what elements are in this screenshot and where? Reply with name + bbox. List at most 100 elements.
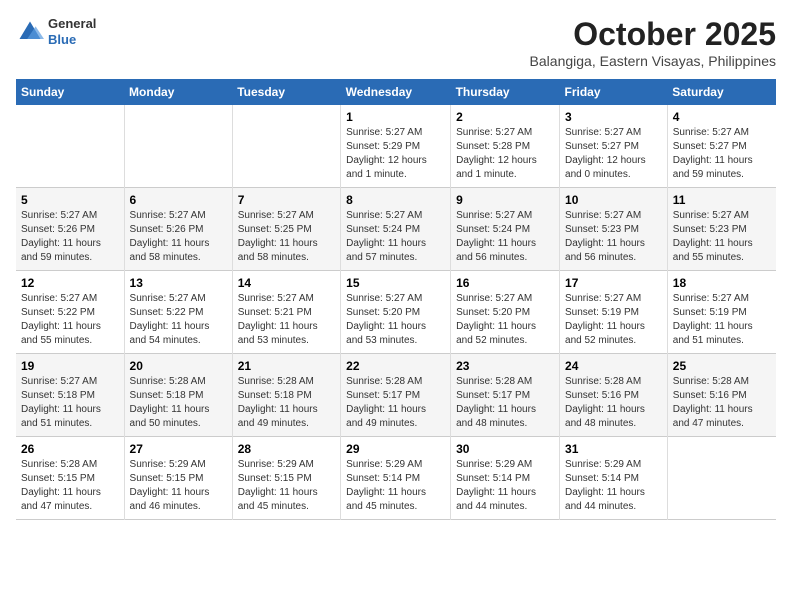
calendar-cell: 18Sunrise: 5:27 AMSunset: 5:19 PMDayligh…: [667, 271, 776, 354]
day-number: 30: [456, 442, 554, 456]
day-number: 19: [21, 359, 119, 373]
day-info: Sunrise: 5:27 AMSunset: 5:23 PMDaylight:…: [673, 209, 771, 265]
title-block: October 2025 Balangiga, Eastern Visayas,…: [530, 16, 776, 69]
calendar-cell: 19 Sunrise: 5:27 AMSunset: 5:18 PMDayligh…: [16, 354, 124, 437]
day-number: 26: [21, 442, 119, 456]
calendar-cell: 31Sunrise: 5:29 AMSunset: 5:14 PMDayligh…: [560, 437, 668, 520]
logo-general: General: [48, 16, 96, 32]
day-number: 5: [21, 193, 119, 207]
day-info: Sunrise: 5:27 AMSunset: 5:20 PMDaylight:…: [456, 292, 554, 348]
calendar-cell: 22 Sunrise: 5:28 AMSunset: 5:17 PMDayligh…: [341, 354, 451, 437]
calendar-cell: 13 Sunrise: 5:27 AMSunset: 5:22 PMDayligh…: [124, 271, 232, 354]
day-info: Sunrise: 5:27 AMSunset: 5:29 PMDaylight:…: [346, 126, 445, 182]
col-saturday: Saturday: [667, 79, 776, 105]
day-info: Sunrise: 5:28 AMSunset: 5:17 PMDaylight:…: [346, 375, 445, 431]
day-info: Sunrise: 5:28 AMSunset: 5:16 PMDaylight:…: [673, 375, 771, 431]
day-info: Sunrise: 5:27 AMSunset: 5:26 PMDaylight:…: [130, 209, 227, 265]
col-sunday: Sunday: [16, 79, 124, 105]
day-info: Sunrise: 5:29 AMSunset: 5:14 PMDaylight:…: [346, 458, 445, 514]
calendar-cell: 21 Sunrise: 5:28 AMSunset: 5:18 PMDayligh…: [232, 354, 340, 437]
day-info: Sunrise: 5:27 AMSunset: 5:22 PMDaylight:…: [21, 292, 119, 348]
day-info: Sunrise: 5:27 AMSunset: 5:27 PMDaylight:…: [565, 126, 662, 182]
calendar-cell: 12Sunrise: 5:27 AMSunset: 5:22 PMDayligh…: [16, 271, 124, 354]
day-info: Sunrise: 5:27 AMSunset: 5:27 PMDaylight:…: [673, 126, 771, 182]
calendar-cell: 7Sunrise: 5:27 AMSunset: 5:25 PMDaylight…: [232, 188, 340, 271]
day-info: Sunrise: 5:27 AMSunset: 5:20 PMDaylight:…: [346, 292, 445, 348]
day-info: Sunrise: 5:27 AMSunset: 5:19 PMDaylight:…: [565, 292, 662, 348]
day-info: Sunrise: 5:27 AMSunset: 5:24 PMDaylight:…: [456, 209, 554, 265]
day-number: 13: [130, 276, 227, 290]
calendar-cell: [124, 105, 232, 188]
day-number: 21: [238, 359, 335, 373]
calendar-table: Sunday Monday Tuesday Wednesday Thursday…: [16, 79, 776, 520]
day-number: 24: [565, 359, 662, 373]
calendar-week-row: 19 Sunrise: 5:27 AMSunset: 5:18 PMDayligh…: [16, 354, 776, 437]
location: Balangiga, Eastern Visayas, Philippines: [530, 53, 776, 69]
day-number: 2: [456, 110, 554, 124]
day-info: Sunrise: 5:27 AMSunset: 5:26 PMDaylight:…: [21, 209, 119, 265]
col-tuesday: Tuesday: [232, 79, 340, 105]
calendar-cell: 20Sunrise: 5:28 AMSunset: 5:18 PMDayligh…: [124, 354, 232, 437]
day-info: Sunrise: 5:29 AMSunset: 5:14 PMDaylight:…: [456, 458, 554, 514]
calendar-cell: 28 Sunrise: 5:29 AMSunset: 5:15 PMDayligh…: [232, 437, 340, 520]
calendar-cell: 2 Sunrise: 5:27 AMSunset: 5:28 PMDaylight…: [451, 105, 560, 188]
calendar-cell: 1 Sunrise: 5:27 AMSunset: 5:29 PMDaylight…: [341, 105, 451, 188]
calendar-cell: 17Sunrise: 5:27 AMSunset: 5:19 PMDayligh…: [560, 271, 668, 354]
calendar-cell: 16Sunrise: 5:27 AMSunset: 5:20 PMDayligh…: [451, 271, 560, 354]
day-info: Sunrise: 5:29 AMSunset: 5:15 PMDaylight:…: [238, 458, 335, 514]
col-thursday: Thursday: [451, 79, 560, 105]
day-number: 29: [346, 442, 445, 456]
calendar-cell: 11 Sunrise: 5:27 AMSunset: 5:23 PMDayligh…: [667, 188, 776, 271]
day-info: Sunrise: 5:27 AMSunset: 5:19 PMDaylight:…: [673, 292, 771, 348]
day-info: Sunrise: 5:27 AMSunset: 5:28 PMDaylight:…: [456, 126, 554, 182]
day-number: 20: [130, 359, 227, 373]
calendar-cell: 3 Sunrise: 5:27 AMSunset: 5:27 PMDaylight…: [560, 105, 668, 188]
calendar-cell: 15 Sunrise: 5:27 AMSunset: 5:20 PMDayligh…: [341, 271, 451, 354]
calendar-cell: 6 Sunrise: 5:27 AMSunset: 5:26 PMDaylight…: [124, 188, 232, 271]
day-number: 3: [565, 110, 662, 124]
day-info: Sunrise: 5:27 AMSunset: 5:22 PMDaylight:…: [130, 292, 227, 348]
day-info: Sunrise: 5:28 AMSunset: 5:16 PMDaylight:…: [565, 375, 662, 431]
day-number: 22: [346, 359, 445, 373]
calendar-cell: 25 Sunrise: 5:28 AMSunset: 5:16 PMDayligh…: [667, 354, 776, 437]
day-info: Sunrise: 5:27 AMSunset: 5:23 PMDaylight:…: [565, 209, 662, 265]
logo-text: General Blue: [48, 16, 96, 47]
calendar-cell: 8 Sunrise: 5:27 AMSunset: 5:24 PMDaylight…: [341, 188, 451, 271]
calendar-week-row: 12Sunrise: 5:27 AMSunset: 5:22 PMDayligh…: [16, 271, 776, 354]
day-number: 28: [238, 442, 335, 456]
calendar-header: Sunday Monday Tuesday Wednesday Thursday…: [16, 79, 776, 105]
day-number: 10: [565, 193, 662, 207]
calendar-cell: 23Sunrise: 5:28 AMSunset: 5:17 PMDayligh…: [451, 354, 560, 437]
day-info: Sunrise: 5:28 AMSunset: 5:18 PMDaylight:…: [238, 375, 335, 431]
calendar-cell: 27Sunrise: 5:29 AMSunset: 5:15 PMDayligh…: [124, 437, 232, 520]
day-info: Sunrise: 5:28 AMSunset: 5:15 PMDaylight:…: [21, 458, 119, 514]
col-friday: Friday: [560, 79, 668, 105]
calendar-cell: 5 Sunrise: 5:27 AMSunset: 5:26 PMDaylight…: [16, 188, 124, 271]
calendar-cell: 29 Sunrise: 5:29 AMSunset: 5:14 PMDayligh…: [341, 437, 451, 520]
day-number: 9: [456, 193, 554, 207]
day-number: 11: [673, 193, 771, 207]
logo-blue: Blue: [48, 32, 96, 48]
logo: General Blue: [16, 16, 96, 47]
day-number: 4: [673, 110, 771, 124]
calendar-cell: 10 Sunrise: 5:27 AMSunset: 5:23 PMDayligh…: [560, 188, 668, 271]
day-number: 6: [130, 193, 227, 207]
calendar-week-row: 1 Sunrise: 5:27 AMSunset: 5:29 PMDaylight…: [16, 105, 776, 188]
day-number: 8: [346, 193, 445, 207]
calendar-body: 1 Sunrise: 5:27 AMSunset: 5:29 PMDaylight…: [16, 105, 776, 520]
day-number: 25: [673, 359, 771, 373]
calendar-cell: 30 Sunrise: 5:29 AMSunset: 5:14 PMDayligh…: [451, 437, 560, 520]
day-info: Sunrise: 5:27 AMSunset: 5:21 PMDaylight:…: [238, 292, 335, 348]
day-number: 15: [346, 276, 445, 290]
calendar-cell: 24 Sunrise: 5:28 AMSunset: 5:16 PMDayligh…: [560, 354, 668, 437]
day-number: 14: [238, 276, 335, 290]
day-info: Sunrise: 5:27 AMSunset: 5:24 PMDaylight:…: [346, 209, 445, 265]
day-info: Sunrise: 5:28 AMSunset: 5:17 PMDaylight:…: [456, 375, 554, 431]
day-info: Sunrise: 5:29 AMSunset: 5:15 PMDaylight:…: [130, 458, 227, 514]
day-number: 1: [346, 110, 445, 124]
calendar-cell: [16, 105, 124, 188]
calendar-cell: 9 Sunrise: 5:27 AMSunset: 5:24 PMDaylight…: [451, 188, 560, 271]
day-info: Sunrise: 5:27 AMSunset: 5:18 PMDaylight:…: [21, 375, 119, 431]
logo-icon: [16, 18, 44, 46]
calendar-cell: [667, 437, 776, 520]
